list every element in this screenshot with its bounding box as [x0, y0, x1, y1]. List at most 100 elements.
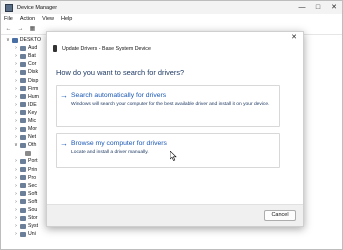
tree-item-label: Disp — [28, 77, 39, 84]
tree-item-label: Pro — [28, 174, 37, 181]
chevron-right-icon[interactable]: › — [13, 158, 19, 164]
tree-item[interactable]: › Sou — [1, 206, 41, 214]
tree-item[interactable]: › Syst — [1, 222, 41, 230]
tree-item[interactable]: › Soft — [1, 198, 41, 206]
tree-item-label: Hum — [28, 93, 39, 100]
back-icon[interactable]: ← — [4, 25, 13, 33]
maximize-icon[interactable]: □ — [310, 1, 326, 14]
chevron-right-icon[interactable]: › — [13, 175, 19, 181]
chevron-right-icon[interactable]: › — [13, 110, 19, 116]
chevron-right-icon[interactable]: › — [13, 45, 19, 51]
device-category-icon — [20, 223, 26, 229]
device-category-icon — [20, 199, 26, 205]
chevron-down-icon[interactable]: ∨ — [13, 142, 19, 148]
chevron-right-icon[interactable]: › — [13, 78, 19, 84]
chevron-right-icon[interactable]: › — [13, 53, 19, 59]
option-title: Search automatically for drivers — [71, 92, 167, 99]
chevron-right-icon[interactable]: › — [13, 134, 19, 140]
menu-view[interactable]: View — [42, 16, 54, 22]
tree-item-label: Aud — [28, 45, 38, 52]
chevron-right-icon[interactable]: › — [13, 102, 19, 108]
tree-item[interactable]: › Uni — [1, 230, 41, 238]
dialog-close-icon[interactable]: ✕ — [289, 33, 299, 43]
tree-item[interactable]: › Hum — [1, 93, 41, 101]
tree-item-label: Net — [28, 134, 37, 141]
tree-item[interactable]: › Sec — [1, 182, 41, 190]
chevron-right-icon[interactable]: › — [13, 94, 19, 100]
close-icon[interactable]: ✕ — [326, 1, 342, 14]
option-description: Windows will search your computer for th… — [71, 102, 270, 107]
arrow-right-icon: → — [60, 91, 68, 100]
device-category-icon — [20, 215, 26, 221]
chevron-right-icon[interactable]: › — [13, 207, 19, 213]
dialog-header: Update Drivers - Base System Device — [53, 45, 151, 52]
tree-item[interactable]: › Bat — [1, 52, 41, 60]
tree-item[interactable]: › Stor — [1, 214, 41, 222]
device-icon — [53, 45, 57, 52]
tree-item-label: Soft — [28, 190, 38, 197]
menu-action[interactable]: Action — [20, 16, 35, 22]
tree-item-label: Firm — [28, 85, 39, 92]
device-category-icon — [20, 69, 26, 75]
chevron-right-icon[interactable]: › — [13, 61, 19, 67]
tree-item-label: Sec — [28, 182, 37, 189]
browse-computer-option[interactable]: → Browse my computer for drivers Locate … — [56, 133, 280, 168]
chevron-right-icon[interactable]: › — [13, 118, 19, 124]
tree-item[interactable]: › Firm — [1, 85, 41, 93]
tree-root[interactable]: ∨ DESKTO — [1, 36, 41, 44]
scrollbar[interactable] — [336, 36, 342, 249]
tree-item[interactable]: › IDE — [1, 101, 41, 109]
tree-item[interactable]: › Pro — [1, 174, 41, 182]
tree-item[interactable]: › Mor — [1, 125, 41, 133]
chevron-right-icon[interactable]: › — [13, 126, 19, 132]
chevron-down-icon[interactable]: ∨ — [5, 37, 11, 43]
tree-item[interactable]: › Mic — [1, 117, 41, 125]
chevron-right-icon[interactable]: › — [13, 167, 19, 173]
device-category-icon — [20, 102, 26, 108]
tree-item[interactable]: › Soft — [1, 190, 41, 198]
properties-icon[interactable]: ▦ — [28, 25, 37, 33]
device-category-icon — [20, 183, 26, 189]
device-category-icon — [20, 231, 26, 237]
tree-item[interactable]: › Cor — [1, 60, 41, 68]
chevron-right-icon[interactable]: › — [13, 199, 19, 205]
device-tree: ∨ DESKTO › Aud › Bat › Cor › Disk › Disp › Fir… — [1, 36, 41, 249]
chevron-right-icon[interactable]: › — [13, 69, 19, 75]
chevron-right-icon[interactable]: › — [13, 231, 19, 237]
tree-item-label: IDE — [28, 101, 37, 108]
search-automatically-option[interactable]: → Search automatically for drivers Windo… — [56, 85, 280, 127]
forward-icon[interactable]: → — [16, 25, 25, 33]
device-category-icon — [20, 94, 26, 100]
tree-item[interactable]: › Net — [1, 133, 41, 141]
menu-bar: File Action View Help — [1, 14, 342, 24]
tree-item[interactable] — [1, 149, 41, 157]
menu-help[interactable]: Help — [61, 16, 72, 22]
tree-item[interactable]: › Key — [1, 109, 41, 117]
chevron-right-icon[interactable]: › — [13, 223, 19, 229]
option-title: Browse my computer for drivers — [71, 140, 167, 147]
tree-item-label: Prin — [28, 166, 38, 173]
cancel-button[interactable]: Cancel — [264, 210, 296, 221]
device-category-icon — [20, 78, 26, 84]
update-drivers-dialog: ✕ Update Drivers - Base System Device Ho… — [46, 31, 304, 227]
tree-item[interactable]: › Aud — [1, 44, 41, 52]
device-category-icon — [20, 158, 26, 164]
device-category-icon — [20, 86, 26, 92]
tree-item[interactable]: › Disk — [1, 68, 41, 76]
tree-item[interactable]: › Prin — [1, 166, 41, 174]
tree-item[interactable]: ∨ Oth — [1, 141, 41, 149]
device-category-icon — [20, 191, 26, 197]
minimize-icon[interactable]: — — [294, 1, 310, 14]
chevron-right-icon[interactable]: › — [13, 215, 19, 221]
chevron-right-icon[interactable]: › — [13, 183, 19, 189]
device-category-icon — [20, 175, 26, 181]
tree-item[interactable]: › Disp — [1, 76, 41, 84]
chevron-right-icon[interactable]: › — [13, 191, 19, 197]
tree-item-label: Soft — [28, 198, 38, 205]
chevron-right-icon[interactable]: › — [13, 86, 19, 92]
menu-file[interactable]: File — [4, 16, 13, 22]
tree-item-label: Cor — [28, 61, 37, 68]
tree-item-label: Mor — [28, 126, 37, 133]
dialog-question: How do you want to search for drivers? — [56, 68, 185, 77]
tree-item[interactable]: › Port — [1, 157, 41, 165]
